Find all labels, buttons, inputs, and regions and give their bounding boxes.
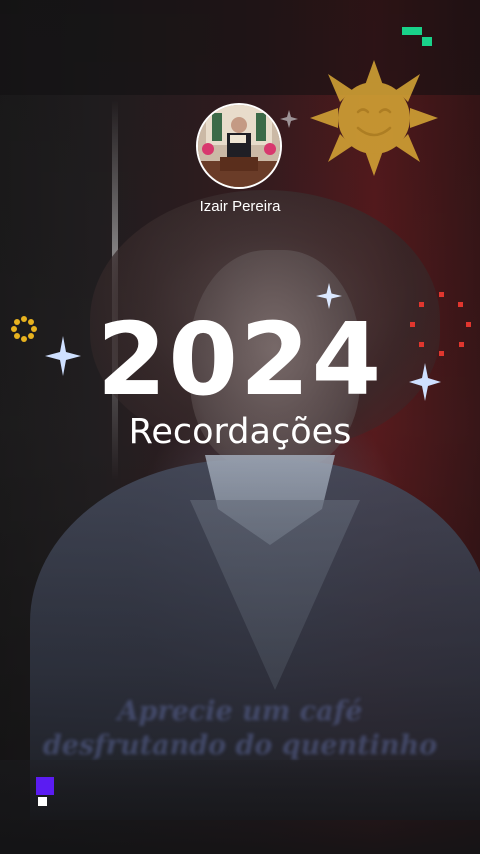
video-caption: Aprecie um café desfrutando do quentinho — [0, 695, 480, 763]
year-title: 2024 — [96, 301, 384, 418]
sparkle-icon — [280, 110, 298, 128]
smiling-sun-icon — [310, 60, 438, 176]
logo-icon — [402, 27, 432, 46]
subtitle: Recordações — [128, 412, 352, 452]
caption-line-2: desfrutando do quentinho — [42, 730, 438, 761]
username[interactable]: Izair Pereira — [0, 198, 480, 215]
caption-line-1: Aprecie um café — [117, 696, 363, 727]
avatar-photo — [198, 105, 280, 187]
avatar[interactable] — [196, 103, 282, 189]
bottom-fade — [0, 760, 480, 854]
app-badge-icon — [36, 777, 54, 806]
